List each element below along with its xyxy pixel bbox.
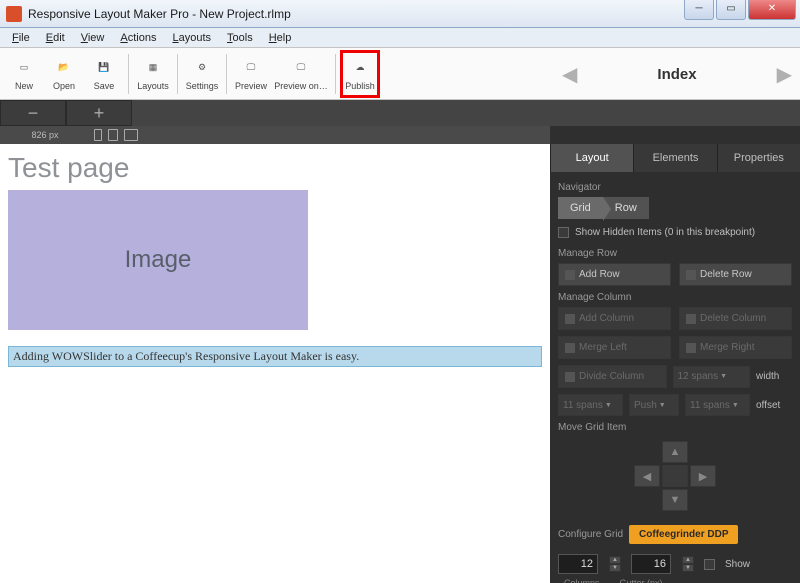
push-select[interactable]: Push▼ xyxy=(629,394,679,416)
width-readout: 826 px xyxy=(0,130,90,140)
offset-right-spans[interactable]: 11 spans▼ xyxy=(685,394,750,416)
page-title[interactable]: Test page xyxy=(8,152,542,184)
close-button[interactable]: ✕ xyxy=(748,0,796,20)
move-grid-dpad: ▲ ◀ ▶ ▼ xyxy=(630,441,720,511)
merge-left-button[interactable]: Merge Left xyxy=(558,336,671,359)
panel-tabs: Layout Elements Properties xyxy=(550,144,800,172)
image-placeholder[interactable]: Image xyxy=(8,190,308,330)
gutter-sublabel: Gutter (px) xyxy=(620,578,663,583)
plus-icon xyxy=(565,270,575,280)
width-label: width xyxy=(756,371,792,382)
app-icon xyxy=(6,6,22,22)
desktop-icon[interactable] xyxy=(124,129,138,141)
offset-label: offset xyxy=(756,400,792,411)
breakpoint-bar: − + xyxy=(0,100,800,126)
settings-button[interactable]: ⚙Settings xyxy=(182,50,222,98)
layouts-icon: ▦ xyxy=(142,57,164,79)
new-button[interactable]: ▭New xyxy=(4,50,44,98)
navigator-breadcrumb: Grid Row xyxy=(558,197,792,219)
add-row-button[interactable]: Add Row xyxy=(558,263,671,286)
layouts-button[interactable]: ▦Layouts xyxy=(133,50,173,98)
manage-row-label: Manage Row xyxy=(558,248,792,259)
publish-button[interactable]: ☁Publish xyxy=(340,50,380,98)
x-icon xyxy=(686,270,696,280)
menu-layouts[interactable]: Layouts xyxy=(164,30,219,46)
new-icon: ▭ xyxy=(13,57,35,79)
save-icon: 💾 xyxy=(93,57,115,79)
width-bar: 826 px xyxy=(0,126,800,144)
show-grid-checkbox[interactable] xyxy=(704,559,715,570)
move-grid-label: Move Grid Item xyxy=(558,422,792,433)
page-name: Index xyxy=(657,66,696,83)
show-hidden-checkbox[interactable] xyxy=(558,227,569,238)
delete-column-button[interactable]: Delete Column xyxy=(679,307,792,330)
columns-sublabel: Columns xyxy=(564,578,600,583)
preview-on-button[interactable]: 🖵Preview on… xyxy=(271,50,331,98)
open-button[interactable]: 📂Open xyxy=(44,50,84,98)
navigator-label: Navigator xyxy=(558,182,792,193)
manage-column-label: Manage Column xyxy=(558,292,792,303)
window-controls: ─ ▭ ✕ xyxy=(684,0,796,20)
tablet-icon[interactable] xyxy=(108,129,118,141)
inspector-panel: Layout Elements Properties Navigator Gri… xyxy=(550,144,800,583)
window-title: Responsive Layout Maker Pro - New Projec… xyxy=(28,7,291,21)
open-icon: 📂 xyxy=(53,57,75,79)
gutter-input[interactable] xyxy=(631,554,671,574)
move-left[interactable]: ◀ xyxy=(634,465,660,487)
gutter-spinner[interactable]: ▲▼ xyxy=(682,556,694,572)
device-icons xyxy=(94,129,138,141)
cloud-up-icon: ☁ xyxy=(349,57,371,79)
devices-icon: 🖵 xyxy=(290,57,312,79)
menu-help[interactable]: Help xyxy=(261,30,300,46)
move-up[interactable]: ▲ xyxy=(662,441,688,463)
show-hidden-label: Show Hidden Items (0 in this breakpoint) xyxy=(575,227,755,238)
selected-text-row[interactable]: Adding WOWSlider to a Coffeecup's Respon… xyxy=(8,346,542,367)
merge-right-button[interactable]: Merge Right xyxy=(679,336,792,359)
move-right[interactable]: ▶ xyxy=(690,465,716,487)
add-breakpoint[interactable]: + xyxy=(66,100,132,126)
move-center xyxy=(662,465,688,487)
preview-button[interactable]: 🖵Preview xyxy=(231,50,271,98)
configure-grid-label: Configure Grid xyxy=(558,529,623,540)
menu-tools[interactable]: Tools xyxy=(219,30,261,46)
prev-page-arrow[interactable]: ◀ xyxy=(562,62,577,87)
panel-body: Navigator Grid Row Show Hidden Items (0 … xyxy=(550,172,800,583)
tab-layout[interactable]: Layout xyxy=(550,144,633,172)
title-bar: Responsive Layout Maker Pro - New Projec… xyxy=(0,0,800,28)
maximize-button[interactable]: ▭ xyxy=(716,0,746,20)
canvas[interactable]: Test page Image Adding WOWSlider to a Co… xyxy=(0,144,550,583)
next-page-arrow[interactable]: ▶ xyxy=(777,62,792,87)
menu-edit[interactable]: Edit xyxy=(38,30,73,46)
save-button[interactable]: 💾Save xyxy=(84,50,124,98)
grid-preset-button[interactable]: Coffeegrinder DDP xyxy=(629,525,738,544)
minimize-button[interactable]: ─ xyxy=(684,0,714,20)
menu-actions[interactable]: Actions xyxy=(112,30,164,46)
menu-view[interactable]: View xyxy=(73,30,113,46)
divide-column-button[interactable]: Divide Column xyxy=(558,365,667,388)
columns-spinner[interactable]: ▲▼ xyxy=(609,556,621,572)
show-hidden-row[interactable]: Show Hidden Items (0 in this breakpoint) xyxy=(558,227,792,238)
add-column-button[interactable]: Add Column xyxy=(558,307,671,330)
crumb-grid[interactable]: Grid xyxy=(558,197,603,219)
remove-breakpoint[interactable]: − xyxy=(0,100,66,126)
columns-input[interactable] xyxy=(558,554,598,574)
tab-properties[interactable]: Properties xyxy=(717,144,800,172)
toolbar: ▭New 📂Open 💾Save ▦Layouts ⚙Settings 🖵Pre… xyxy=(0,48,800,100)
phone-icon[interactable] xyxy=(94,129,102,141)
width-spans[interactable]: 12 spans▼ xyxy=(673,366,751,388)
move-down[interactable]: ▼ xyxy=(662,489,688,511)
delete-row-button[interactable]: Delete Row xyxy=(679,263,792,286)
monitor-icon: 🖵 xyxy=(240,57,262,79)
gear-icon: ⚙ xyxy=(191,57,213,79)
offset-left-spans[interactable]: 11 spans▼ xyxy=(558,394,623,416)
menu-file[interactable]: File xyxy=(4,30,38,46)
menu-bar: File Edit View Actions Layouts Tools Hel… xyxy=(0,28,800,48)
show-grid-label: Show xyxy=(725,559,750,570)
tab-elements[interactable]: Elements xyxy=(633,144,716,172)
main-area: Test page Image Adding WOWSlider to a Co… xyxy=(0,144,800,583)
